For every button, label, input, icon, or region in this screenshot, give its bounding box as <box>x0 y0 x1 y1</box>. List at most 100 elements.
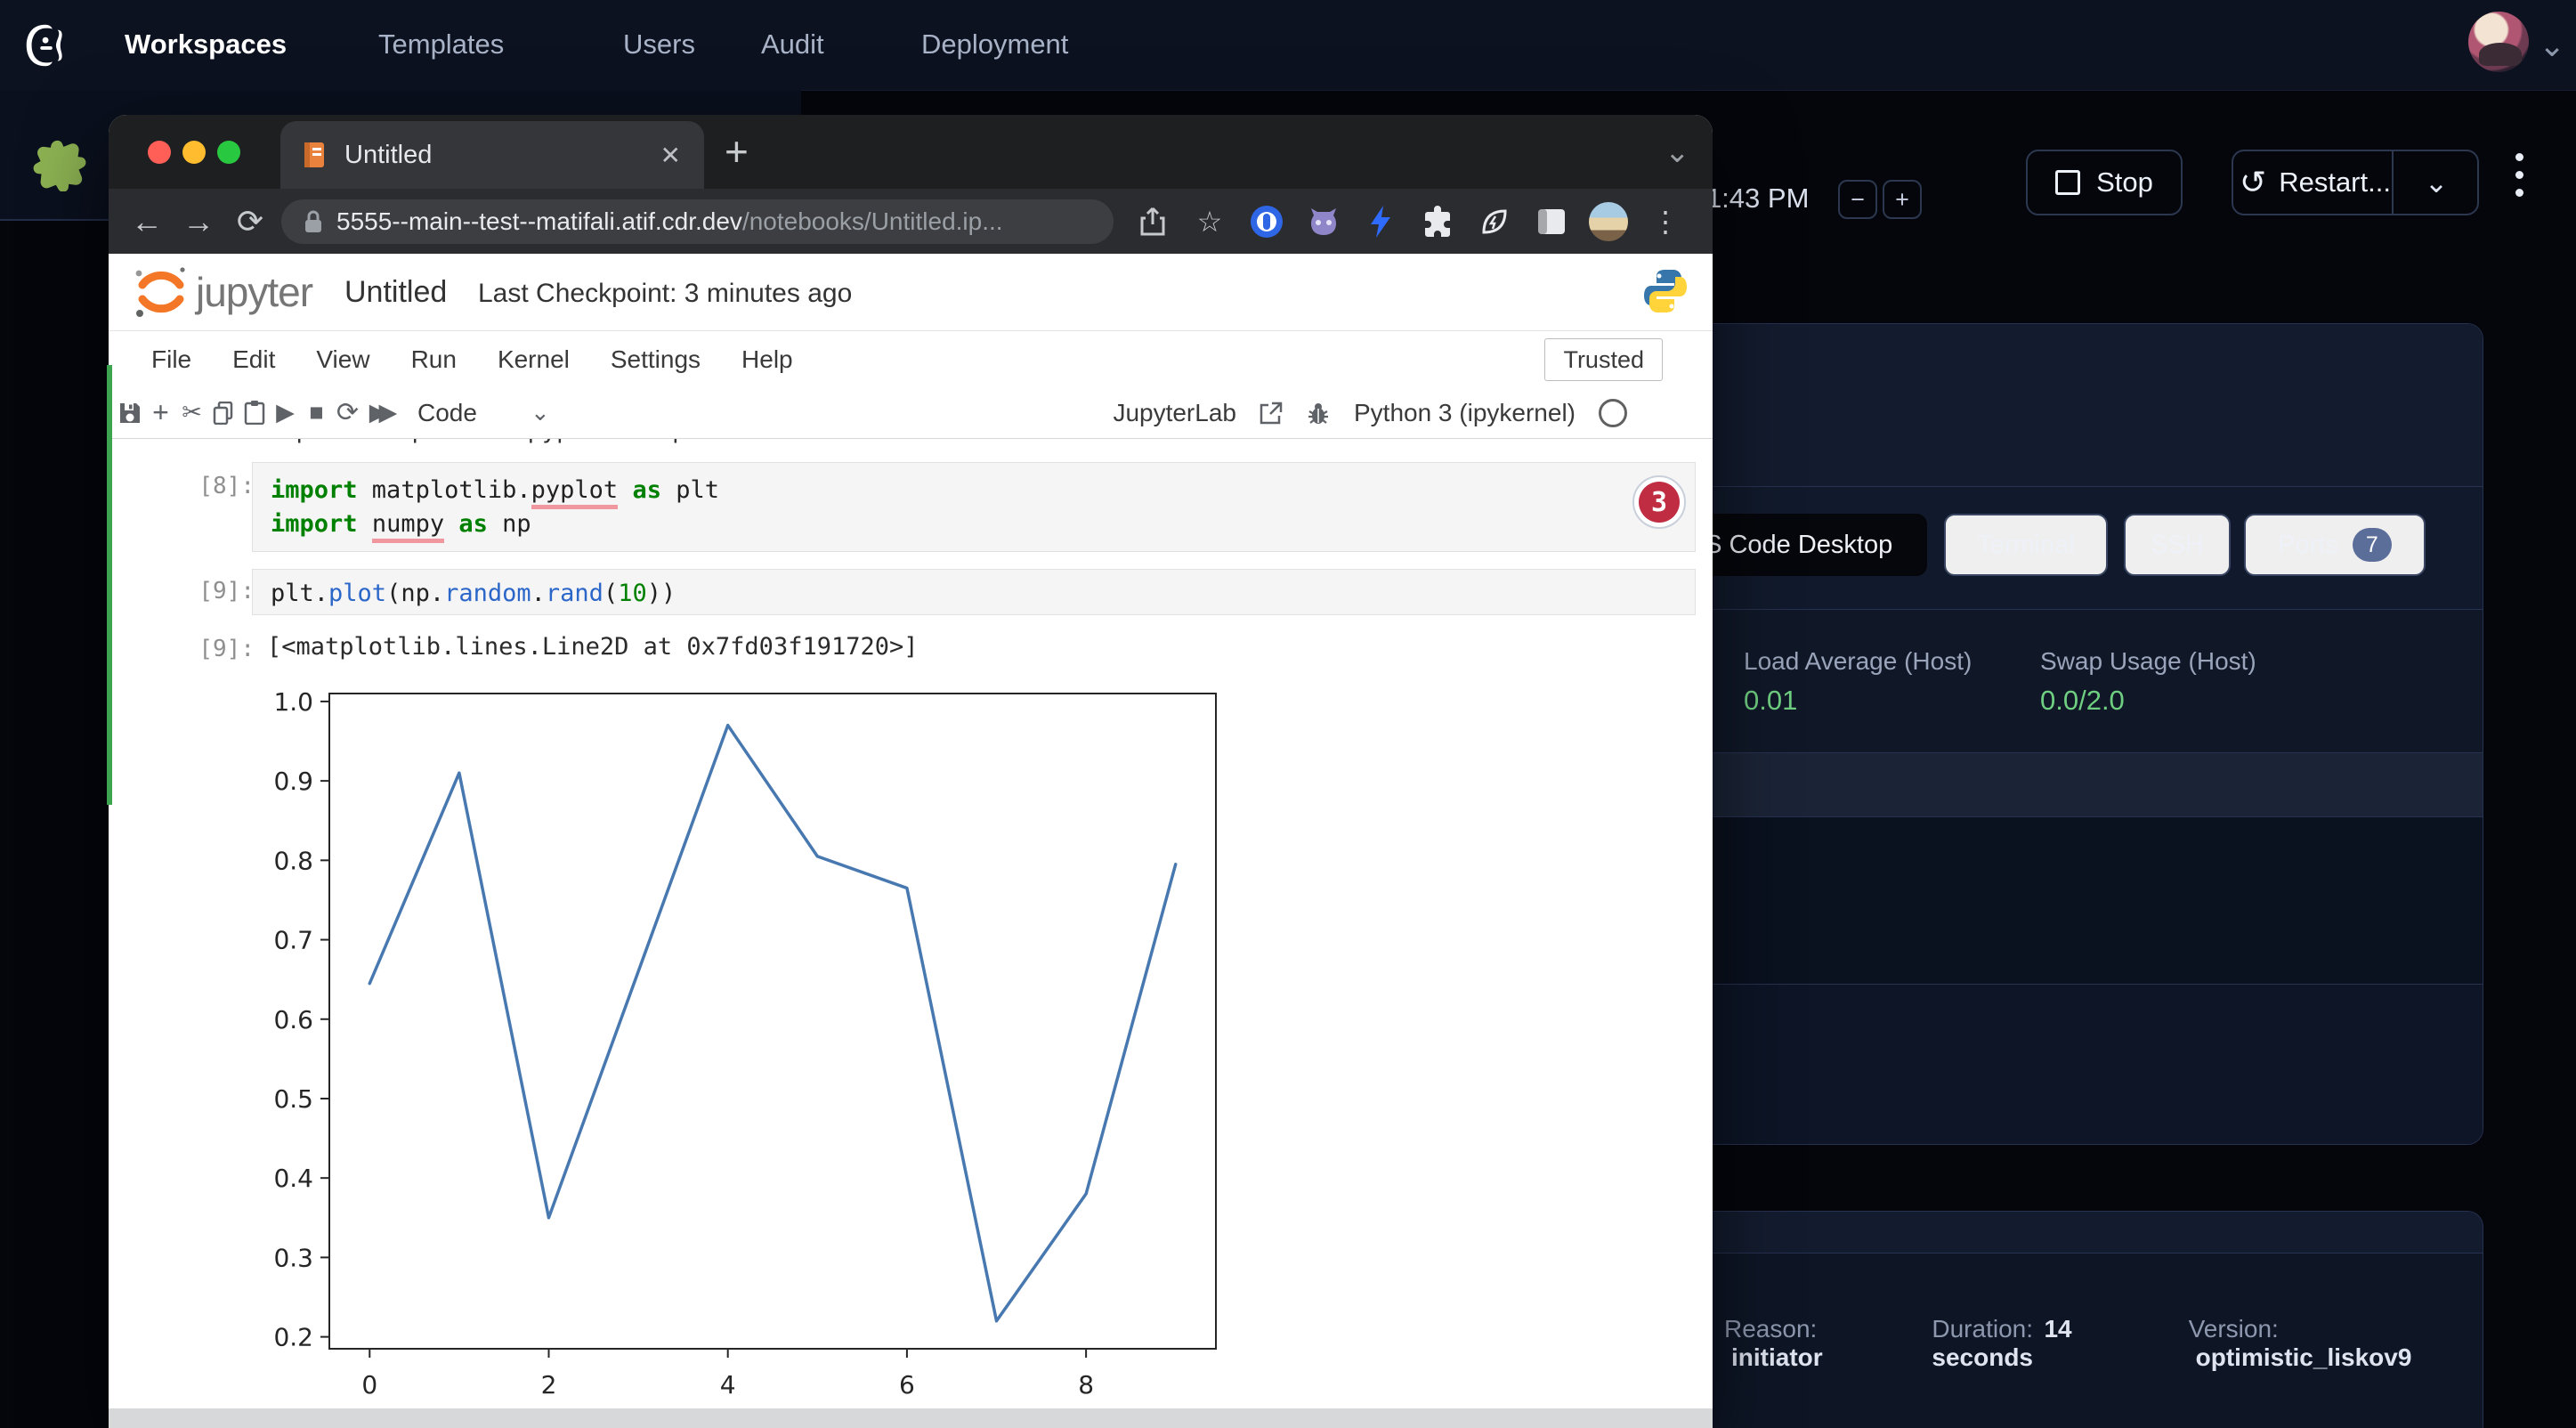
load-average-value: 0.01 <box>1744 685 1972 717</box>
add-cell-icon[interactable]: + <box>145 395 176 431</box>
lightning-bolt-extension-icon[interactable] <box>1361 202 1400 241</box>
interrupt-kernel-icon[interactable]: ■ <box>301 395 332 431</box>
svg-text:2: 2 <box>541 1370 557 1400</box>
trusted-button[interactable]: Trusted <box>1544 338 1663 381</box>
duration-label: Duration: <box>1932 1315 2033 1343</box>
browser-toolbar-icons: ☆ ⋮ <box>1133 202 1685 241</box>
ports-label: Ports <box>2278 531 2338 560</box>
matplotlib-line-chart: 0.20.30.40.50.60.70.80.91.002468 <box>249 681 1264 1410</box>
restart-icon: ↺ <box>2240 164 2266 201</box>
svg-text:0.7: 0.7 <box>273 926 313 955</box>
menu-settings[interactable]: Settings <box>611 345 701 374</box>
cell-type-chevron-icon[interactable]: ⌄ <box>531 399 550 426</box>
code-cell-imports[interactable]: import matplotlib.pyplot as plt import n… <box>252 462 1696 552</box>
run-cell-icon[interactable]: ▶ <box>270 395 301 431</box>
stop-label: Stop <box>2096 166 2153 199</box>
output-text: [<matplotlib.lines.Line2D at 0x7fd03f191… <box>267 633 919 661</box>
svg-text:4: 4 <box>720 1370 736 1400</box>
restart-kernel-icon[interactable]: ⟳ <box>332 395 363 431</box>
swap-usage-stat: Swap Usage (Host) 0.0/2.0 <box>2040 647 2256 717</box>
code-cell-plot[interactable]: plt.plot(np.random.rand(10)) <box>252 569 1696 615</box>
menu-file[interactable]: File <box>151 345 191 374</box>
window-close-button[interactable] <box>148 141 171 164</box>
notebook-favicon <box>302 141 328 169</box>
onepassword-extension-icon[interactable] <box>1247 202 1286 241</box>
cut-cell-icon[interactable]: ✂ <box>176 395 207 431</box>
svg-text:0.4: 0.4 <box>273 1164 313 1193</box>
browser-window: Untitled ✕ + ⌄ ← → ⟳ 5555--main--test--m… <box>109 115 1713 1428</box>
ssh-button[interactable]: SSH <box>2124 514 2231 576</box>
github-octocat-icon[interactable] <box>1304 202 1343 241</box>
share-icon[interactable] <box>1133 202 1172 241</box>
decrease-button[interactable]: − <box>1838 180 1877 219</box>
browser-toolbar: ← → ⟳ 5555--main--test--matifali.atif.cd… <box>109 189 1713 254</box>
menu-view[interactable]: View <box>316 345 369 374</box>
notebook-content: import matplotlib.pyplot as plt [8]: imp… <box>109 439 1713 1410</box>
terminal-button[interactable]: Terminal <box>1944 514 2108 576</box>
jupyter-toolbar: + ✂ ▶ ■ ⟳ ▶▶ Code ⌄ JupyterLab Pyth <box>109 387 1713 439</box>
external-link-icon[interactable] <box>1260 402 1283 425</box>
debugger-bug-icon[interactable] <box>1306 401 1331 426</box>
browser-menu-kebab-icon[interactable]: ⋮ <box>1646 202 1685 241</box>
checkpoint-status: Last Checkpoint: 3 minutes ago <box>478 279 852 309</box>
browser-tab[interactable]: Untitled ✕ <box>280 121 704 189</box>
swap-usage-value: 0.0/2.0 <box>2040 685 2256 717</box>
browser-profile-avatar[interactable] <box>1589 202 1628 241</box>
coder-logo[interactable] <box>20 18 75 73</box>
reason-label: Reason: <box>1724 1315 1817 1343</box>
output-prompt: [9]: <box>180 636 255 662</box>
menu-help[interactable]: Help <box>741 345 793 374</box>
nav-item-audit[interactable]: Audit <box>761 28 824 61</box>
cell-prompt: [9]: <box>180 578 255 604</box>
stop-icon <box>2055 170 2080 195</box>
top-nav: Workspaces Templates Users Audit Deploym… <box>0 0 2576 91</box>
paste-cell-icon[interactable] <box>239 395 270 431</box>
jupyter-menubar: File Edit View Run Kernel Settings Help … <box>109 331 1713 387</box>
jupyter-page: jupyter Untitled Last Checkpoint: 3 minu… <box>109 254 1713 1428</box>
nav-item-users[interactable]: Users <box>623 28 695 61</box>
reload-icon[interactable]: ⟳ <box>224 203 276 240</box>
forward-icon[interactable]: → <box>173 203 224 240</box>
kernel-name[interactable]: Python 3 (ipykernel) <box>1354 399 1576 427</box>
increase-button[interactable]: + <box>1883 180 1922 219</box>
svg-text:0.5: 0.5 <box>273 1084 313 1114</box>
tab-close-icon[interactable]: ✕ <box>660 141 681 170</box>
workspace-menu-button[interactable] <box>2515 153 2526 197</box>
svg-text:8: 8 <box>1078 1370 1094 1400</box>
extensions-puzzle-icon[interactable] <box>1418 202 1457 241</box>
browser-tab-strip: Untitled ✕ + ⌄ <box>109 115 1713 189</box>
chevron-down-icon[interactable]: ⌄ <box>2539 27 2565 64</box>
jupyter-wordmark: jupyter <box>196 268 312 316</box>
ports-button[interactable]: Ports 7 <box>2244 514 2426 576</box>
swap-usage-label: Swap Usage (Host) <box>2040 647 2256 676</box>
run-all-icon[interactable]: ▶▶ <box>363 395 394 431</box>
stop-workspace-button[interactable]: Stop <box>2026 150 2183 215</box>
menu-kernel[interactable]: Kernel <box>498 345 570 374</box>
cell-type-dropdown[interactable]: Code <box>417 399 477 427</box>
back-icon[interactable]: ← <box>121 203 173 240</box>
jupyterlab-link[interactable]: JupyterLab <box>1113 399 1236 427</box>
menu-run[interactable]: Run <box>411 345 457 374</box>
svg-text:0: 0 <box>361 1370 377 1400</box>
address-bar[interactable]: 5555--main--test--matifali.atif.cdr.dev/… <box>281 199 1114 244</box>
jupyter-logo <box>132 263 190 321</box>
build-history-meta-row: Reason: initiator Duration: 14 seconds V… <box>1724 1315 2483 1372</box>
tab-search-chevron-icon[interactable]: ⌄ <box>1665 134 1690 170</box>
menu-edit[interactable]: Edit <box>232 345 275 374</box>
nav-item-workspaces[interactable]: Workspaces <box>125 28 287 61</box>
restart-options-button[interactable]: ⌄ <box>2392 151 2479 214</box>
scrolled-code-fragment: import matplotlib.pyplot as plt <box>267 439 716 446</box>
copy-cell-icon[interactable] <box>207 395 239 431</box>
nav-item-deployment[interactable]: Deployment <box>921 28 1068 61</box>
bookmark-star-icon[interactable]: ☆ <box>1190 202 1229 241</box>
window-minimize-button[interactable] <box>182 141 206 164</box>
side-panel-icon[interactable] <box>1532 202 1571 241</box>
notebook-title[interactable]: Untitled <box>344 275 447 310</box>
save-icon[interactable] <box>114 395 145 431</box>
window-maximize-button[interactable] <box>217 141 240 164</box>
user-avatar[interactable] <box>2468 12 2529 72</box>
nav-item-templates[interactable]: Templates <box>378 28 504 61</box>
ports-count-badge: 7 <box>2353 528 2392 562</box>
leaf-extension-icon[interactable] <box>1475 202 1514 241</box>
new-tab-button[interactable]: + <box>725 127 749 175</box>
